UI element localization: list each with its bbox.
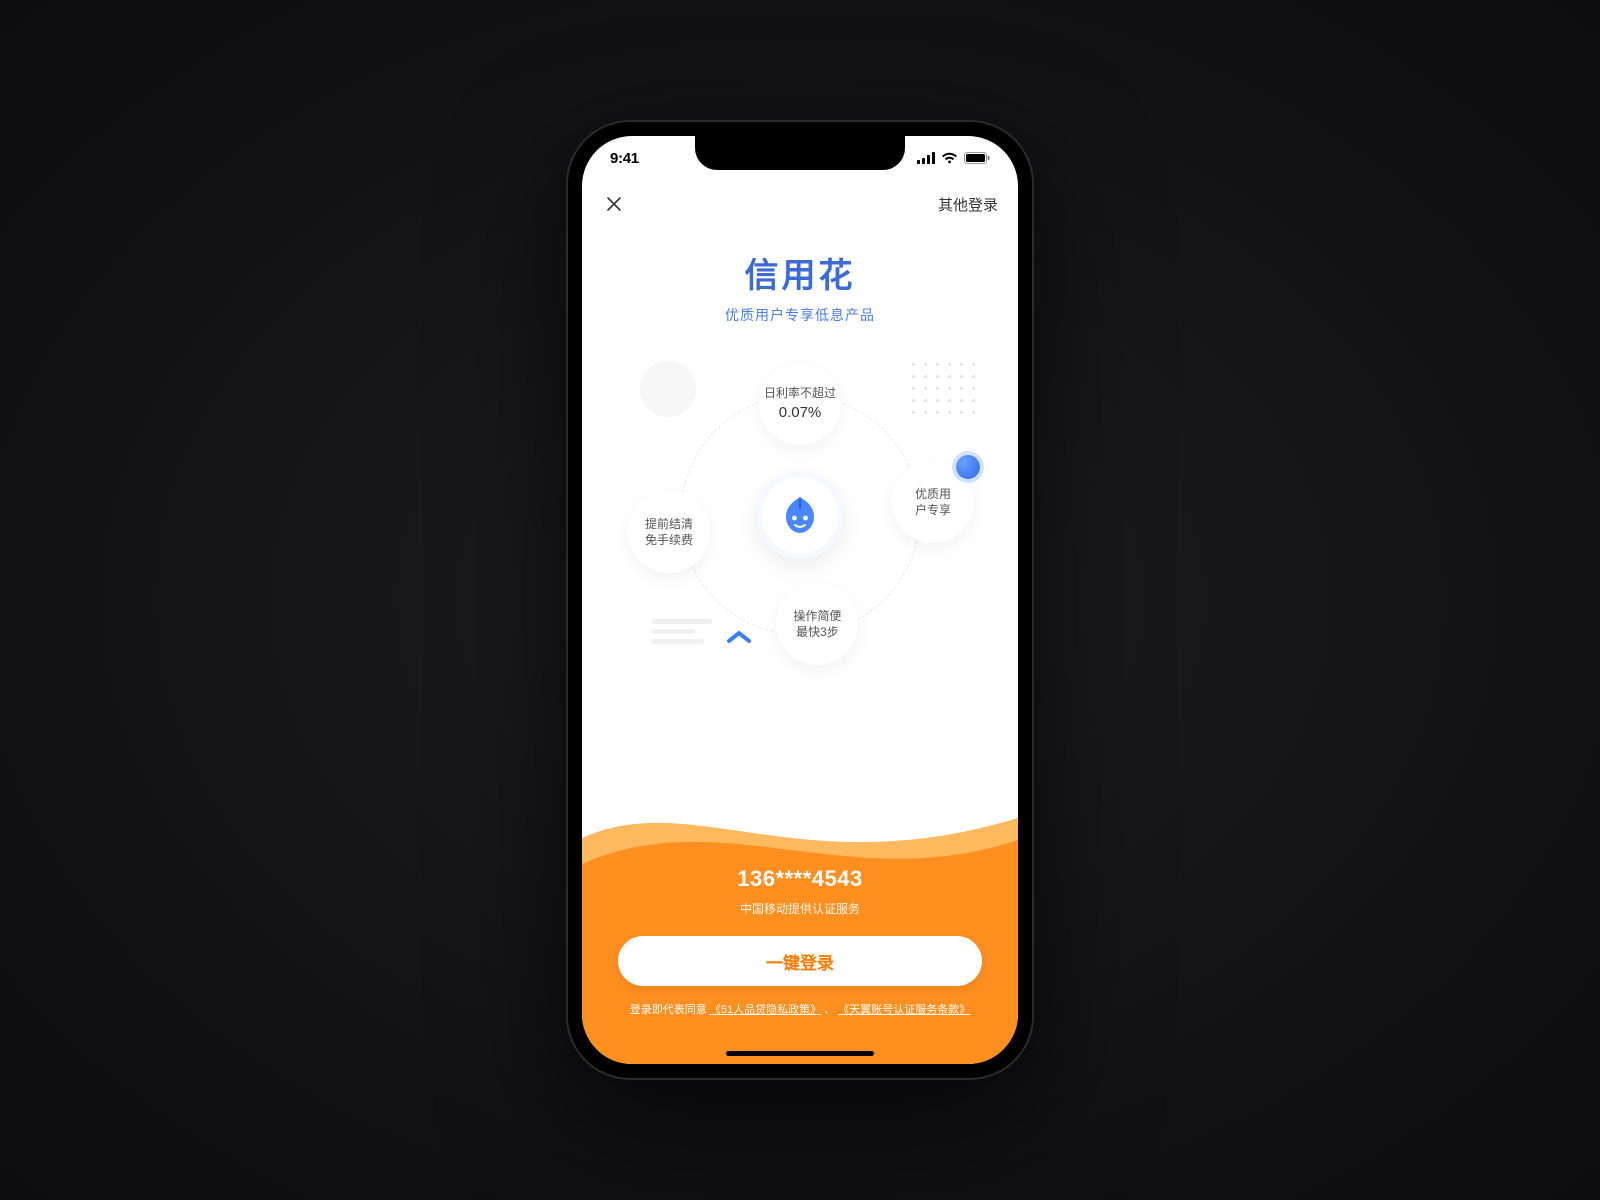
terms-separator: 、 [824,1004,835,1016]
one-click-login-button[interactable]: 一键登录 [618,936,982,986]
decor-dot-grid [912,363,978,417]
feature-text: 户专享 [915,502,951,518]
device-notch [695,136,905,170]
feature-text: 操作简便 [793,608,841,624]
decor-circle [640,361,696,417]
battery-icon [964,152,990,164]
other-login-link[interactable]: 其他登录 [938,194,998,215]
wifi-icon [941,152,958,164]
login-info: 136****4543 中国移动提供认证服务 [582,866,1018,917]
feature-text: 优质用 [915,486,951,502]
privacy-policy-link[interactable]: 《51人品贷隐私政策》 [710,1004,821,1016]
mascot-center [756,471,844,559]
top-nav: 其他登录 [582,180,1018,228]
feature-text: 最快3步 [796,624,839,640]
masked-phone-number: 136****4543 [582,866,1018,892]
login-button-label: 一键登录 [766,949,834,974]
title-area: 信用花 优质用户专享低息产品 [582,248,1018,325]
feature-orbit: 日利率不超过 0.07% 优质用 户专享 操作简便 最快3步 提前结清 免手续费 [582,335,1018,695]
close-button[interactable] [602,192,626,216]
auth-provider-text: 中国移动提供认证服务 [582,900,1018,917]
feature-bubble-premium: 优质用 户专享 [892,461,974,543]
brand-title: 信用花 [582,248,1018,297]
cellular-icon [917,152,935,164]
feature-bubble-rate: 日利率不超过 0.07% [759,363,841,445]
feature-text: 0.07% [779,403,822,423]
feature-text: 日利率不超过 [764,385,836,401]
feature-bubble-steps: 操作简便 最快3步 [776,583,858,665]
brand-subtitle: 优质用户专享低息产品 [582,305,1018,325]
feature-text: 免手续费 [645,532,693,548]
screen: 9:41 其他登录 信用花 优质用户专享低息产品 [582,136,1018,1064]
terms-prefix: 登录即代表同意 [630,1004,707,1016]
home-indicator [726,1051,874,1056]
feature-bubble-fee: 提前结清 免手续费 [628,491,710,573]
phone-frame: 9:41 其他登录 信用花 优质用户专享低息产品 [566,120,1034,1080]
chevron-up-icon [726,629,752,645]
status-icons [917,152,990,164]
feature-text: 提前结清 [645,516,693,532]
highlight-badge-icon [956,455,980,479]
status-time: 9:41 [610,150,639,167]
close-icon [606,196,622,212]
mascot-icon [778,493,822,537]
decor-lines [652,619,712,649]
terms-text: 登录即代表同意 《51人品贷隐私政策》 、 《天翼账号认证服务条款》 [612,1002,988,1019]
wave-front [582,784,1018,1064]
login-panel: 136****4543 中国移动提供认证服务 一键登录 登录即代表同意 《51人… [582,784,1018,1064]
service-terms-link[interactable]: 《天翼账号认证服务条款》 [838,1004,970,1016]
